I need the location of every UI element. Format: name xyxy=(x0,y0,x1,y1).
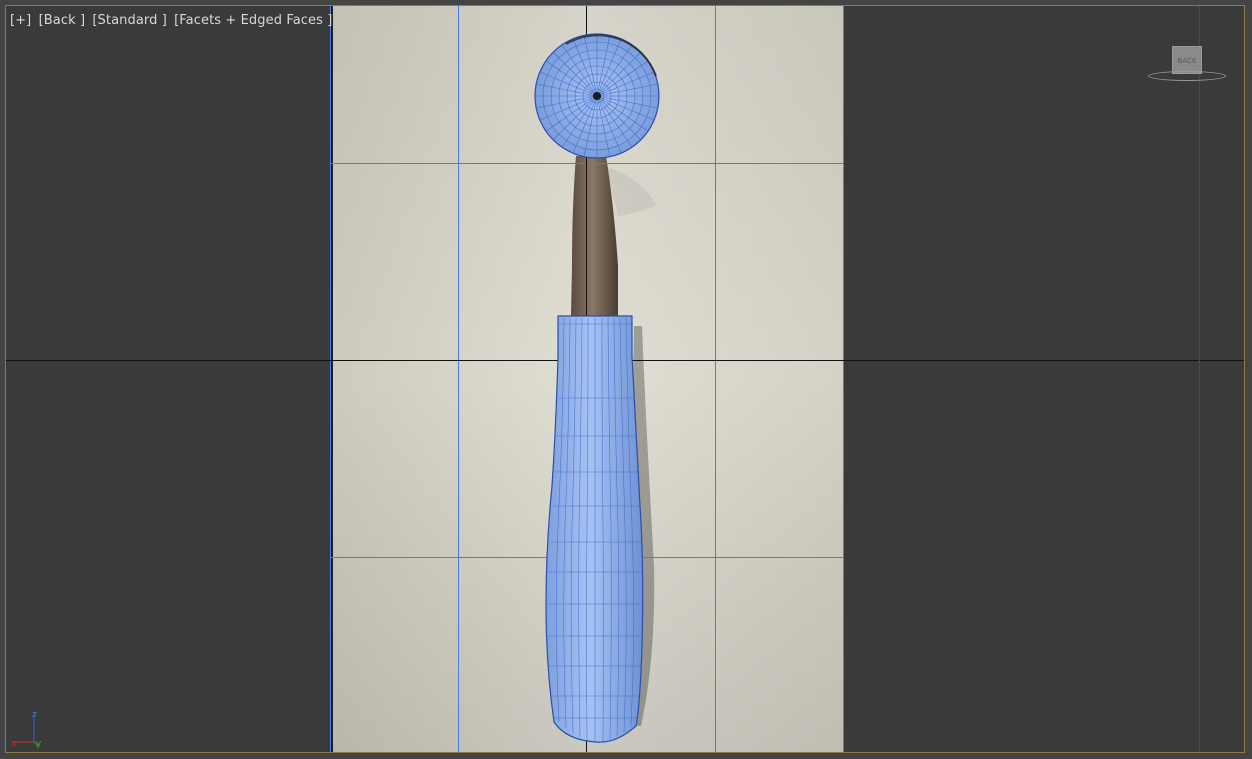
scene-canvas[interactable] xyxy=(6,6,1245,753)
viewport-plus-menu[interactable]: [+] xyxy=(10,13,31,28)
axis-tripod-icon: z x y xyxy=(11,710,42,749)
viewport-divider-line xyxy=(1199,6,1200,752)
viewport-back[interactable]: [+] [Back ] [Standard ] [Facets + Edged … xyxy=(5,5,1245,753)
viewcube-compass-ring[interactable] xyxy=(1148,71,1226,81)
viewcube-icon[interactable]: BACK xyxy=(1148,44,1228,84)
viewcube-face-back[interactable]: BACK xyxy=(1172,46,1202,74)
handle-mesh[interactable] xyxy=(545,315,644,743)
scoop-head-mesh[interactable] xyxy=(534,33,660,159)
axis-x-label: x xyxy=(11,739,17,749)
axis-y-label: y xyxy=(36,739,42,749)
viewport-label-menu[interactable]: [+] [Back ] [Standard ] [Facets + Edged … xyxy=(10,13,335,28)
viewport-display-mode-menu[interactable]: [Facets + Edged Faces ] xyxy=(174,13,332,28)
viewport-point-of-view-menu[interactable]: [Back ] xyxy=(39,13,86,28)
viewport-shading-standard-menu[interactable]: [Standard ] xyxy=(92,13,167,28)
axis-z-label: z xyxy=(32,710,37,720)
